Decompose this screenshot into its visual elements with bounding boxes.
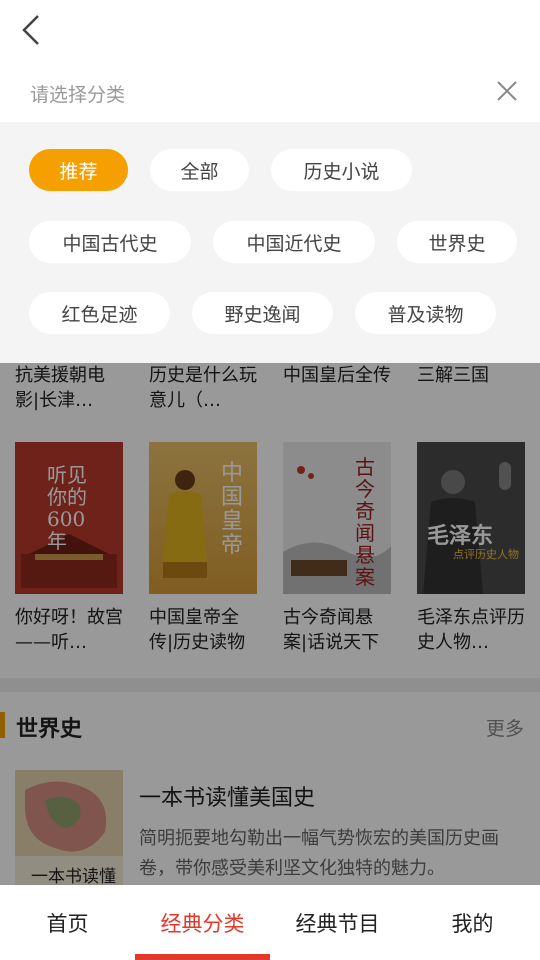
book-title[interactable]: 抗美援朝电影|长津…: [15, 363, 127, 413]
category-panel-header: 请选择分类: [0, 60, 540, 122]
book-content: 抗美援朝电影|长津… 历史是什么玩意儿（… 中国皇后全传 三解三国 听见你的60…: [0, 363, 540, 885]
category-chip-popular-reading[interactable]: 普及读物: [355, 292, 496, 334]
book-cover[interactable]: 古今奇闻悬案: [283, 442, 391, 594]
book-title[interactable]: 毛泽东点评历史人物…: [417, 605, 529, 655]
close-icon: [497, 81, 517, 101]
featured-book-title[interactable]: 一本书读懂美国史: [139, 780, 315, 812]
book-cover[interactable]: 毛泽东 点评历史人物: [417, 442, 525, 594]
close-button[interactable]: [496, 80, 518, 102]
cover-title: 古今奇闻悬案: [355, 455, 375, 589]
book-title[interactable]: 你好呀！故宫——听…: [15, 605, 127, 655]
cover-subtitle: 点评历史人物: [453, 548, 519, 561]
book-cover[interactable]: 听见你的600年: [15, 442, 123, 594]
category-chip-world-history[interactable]: 世界史: [397, 221, 517, 263]
cover-title: 听见你的600年: [47, 463, 87, 553]
book-title[interactable]: 中国皇后全传: [283, 363, 395, 388]
category-panel: 推荐 全部 历史小说 中国古代史 中国近代史 世界史 红色足迹 野史逸闻 普及读…: [0, 122, 540, 363]
bottom-tab-bar: 首页 经典分类 经典节目 我的: [0, 885, 540, 960]
tab-classic-programs[interactable]: 经典节目: [270, 885, 405, 960]
featured-book-cover[interactable]: 一本书读懂: [15, 770, 123, 885]
cover-title: 中国皇帝: [221, 461, 244, 558]
category-chip-recommend[interactable]: 推荐: [29, 149, 128, 191]
tab-mine[interactable]: 我的: [405, 885, 540, 960]
book-title[interactable]: 中国皇帝全传|历史读物: [149, 605, 261, 655]
panel-title: 请选择分类: [30, 84, 126, 106]
category-chip-historical-novels[interactable]: 历史小说: [271, 149, 412, 191]
section-divider: [0, 678, 540, 692]
category-chip-modern-china[interactable]: 中国近代史: [213, 221, 375, 263]
book-title[interactable]: 历史是什么玩意儿（…: [149, 363, 261, 413]
book-cover[interactable]: 中国皇帝: [149, 442, 257, 594]
featured-book-desc: 简明扼要地勾勒出一幅气势恢宏的美国历史画卷，带你感受美利坚文化独特的魅力。: [139, 828, 499, 879]
top-bar: [0, 0, 540, 60]
section-title: 世界史: [16, 717, 83, 742]
tab-classic-categories[interactable]: 经典分类: [135, 885, 270, 960]
tab-home[interactable]: 首页: [0, 885, 135, 960]
book-title[interactable]: 三解三国: [417, 363, 529, 388]
category-chip-red-footprints[interactable]: 红色足迹: [29, 292, 170, 334]
section-accent-bar: [0, 712, 5, 738]
more-link[interactable]: 更多: [486, 714, 524, 741]
category-chip-all[interactable]: 全部: [150, 149, 249, 191]
category-chip-ancient-china[interactable]: 中国古代史: [29, 221, 191, 263]
book-title[interactable]: 古今奇闻悬案|话说天下: [283, 605, 395, 655]
chevron-left-icon: [22, 15, 39, 45]
category-chip-anecdotes[interactable]: 野史逸闻: [192, 292, 333, 334]
active-tab-indicator: [135, 954, 270, 960]
cover-title: 一本书读懂: [31, 867, 116, 885]
back-button[interactable]: [18, 12, 48, 48]
